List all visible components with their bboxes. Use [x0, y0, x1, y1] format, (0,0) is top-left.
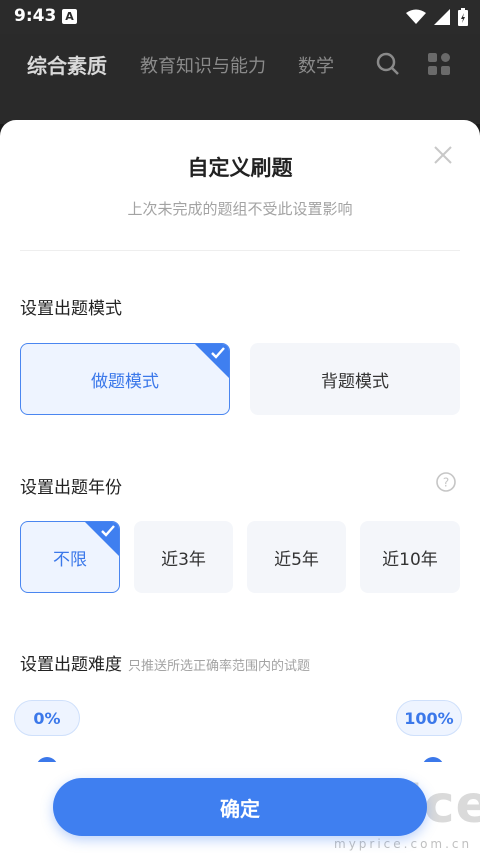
difficulty-section-title: 设置出题难度 只推送所选正确率范围内的试题	[20, 650, 310, 675]
difficulty-hint: 只推送所选正确率范围内的试题	[128, 659, 311, 674]
help-icon[interactable]: ?	[436, 472, 456, 492]
mode-section-title: 设置出题模式	[20, 299, 122, 319]
year-option-10[interactable]: 近10年	[360, 521, 460, 593]
svg-text:?: ?	[443, 476, 449, 490]
option-label: 近3年	[161, 549, 206, 570]
check-icon	[211, 347, 225, 359]
slider-min-label: 0%	[14, 700, 80, 736]
confirm-button[interactable]: 确定	[53, 778, 427, 836]
year-option-any[interactable]: 不限	[20, 521, 120, 593]
sheet-title: 自定义刷题	[187, 156, 293, 180]
check-icon	[101, 525, 115, 537]
option-label: 背题模式	[321, 371, 389, 392]
year-section-title: 设置出题年份	[20, 478, 122, 498]
background-header: 综合素质 教育知识与能力 数学	[0, 34, 480, 124]
mode-option-memorize[interactable]: 背题模式	[250, 343, 460, 415]
wifi-icon	[406, 9, 426, 24]
watermark-url: myprice.com.cn	[334, 837, 473, 851]
grid-menu-icon	[428, 53, 450, 75]
search-icon	[376, 52, 399, 75]
mode-option-practice[interactable]: 做题模式	[20, 343, 230, 415]
custom-practice-sheet: 自定义刷题 上次未完成的题组不受此设置影响 设置出题模式 做题模式 背题模式 设…	[0, 120, 480, 853]
status-time: 9:43	[14, 6, 57, 26]
year-option-5[interactable]: 近5年	[247, 521, 346, 593]
option-label: 近5年	[274, 549, 319, 570]
option-label: 做题模式	[91, 371, 159, 392]
signal-icon	[434, 9, 450, 25]
divider	[20, 250, 460, 251]
bg-tab-1: 教育知识与能力	[140, 56, 266, 77]
option-label: 不限	[53, 549, 87, 570]
battery-icon	[458, 8, 468, 26]
difficulty-title: 设置出题难度	[20, 655, 122, 675]
sheet-subtitle: 上次未完成的题组不受此设置影响	[127, 200, 353, 218]
notification-icon: A	[62, 9, 77, 24]
status-bar: 9:43 A	[0, 0, 480, 34]
year-option-3[interactable]: 近3年	[134, 521, 233, 593]
status-icons	[406, 8, 468, 26]
slider-max-label: 100%	[396, 700, 462, 736]
bg-tab-2: 数学	[298, 56, 334, 77]
bg-tab-0: 综合素质	[27, 54, 107, 78]
option-label: 近10年	[382, 549, 438, 570]
